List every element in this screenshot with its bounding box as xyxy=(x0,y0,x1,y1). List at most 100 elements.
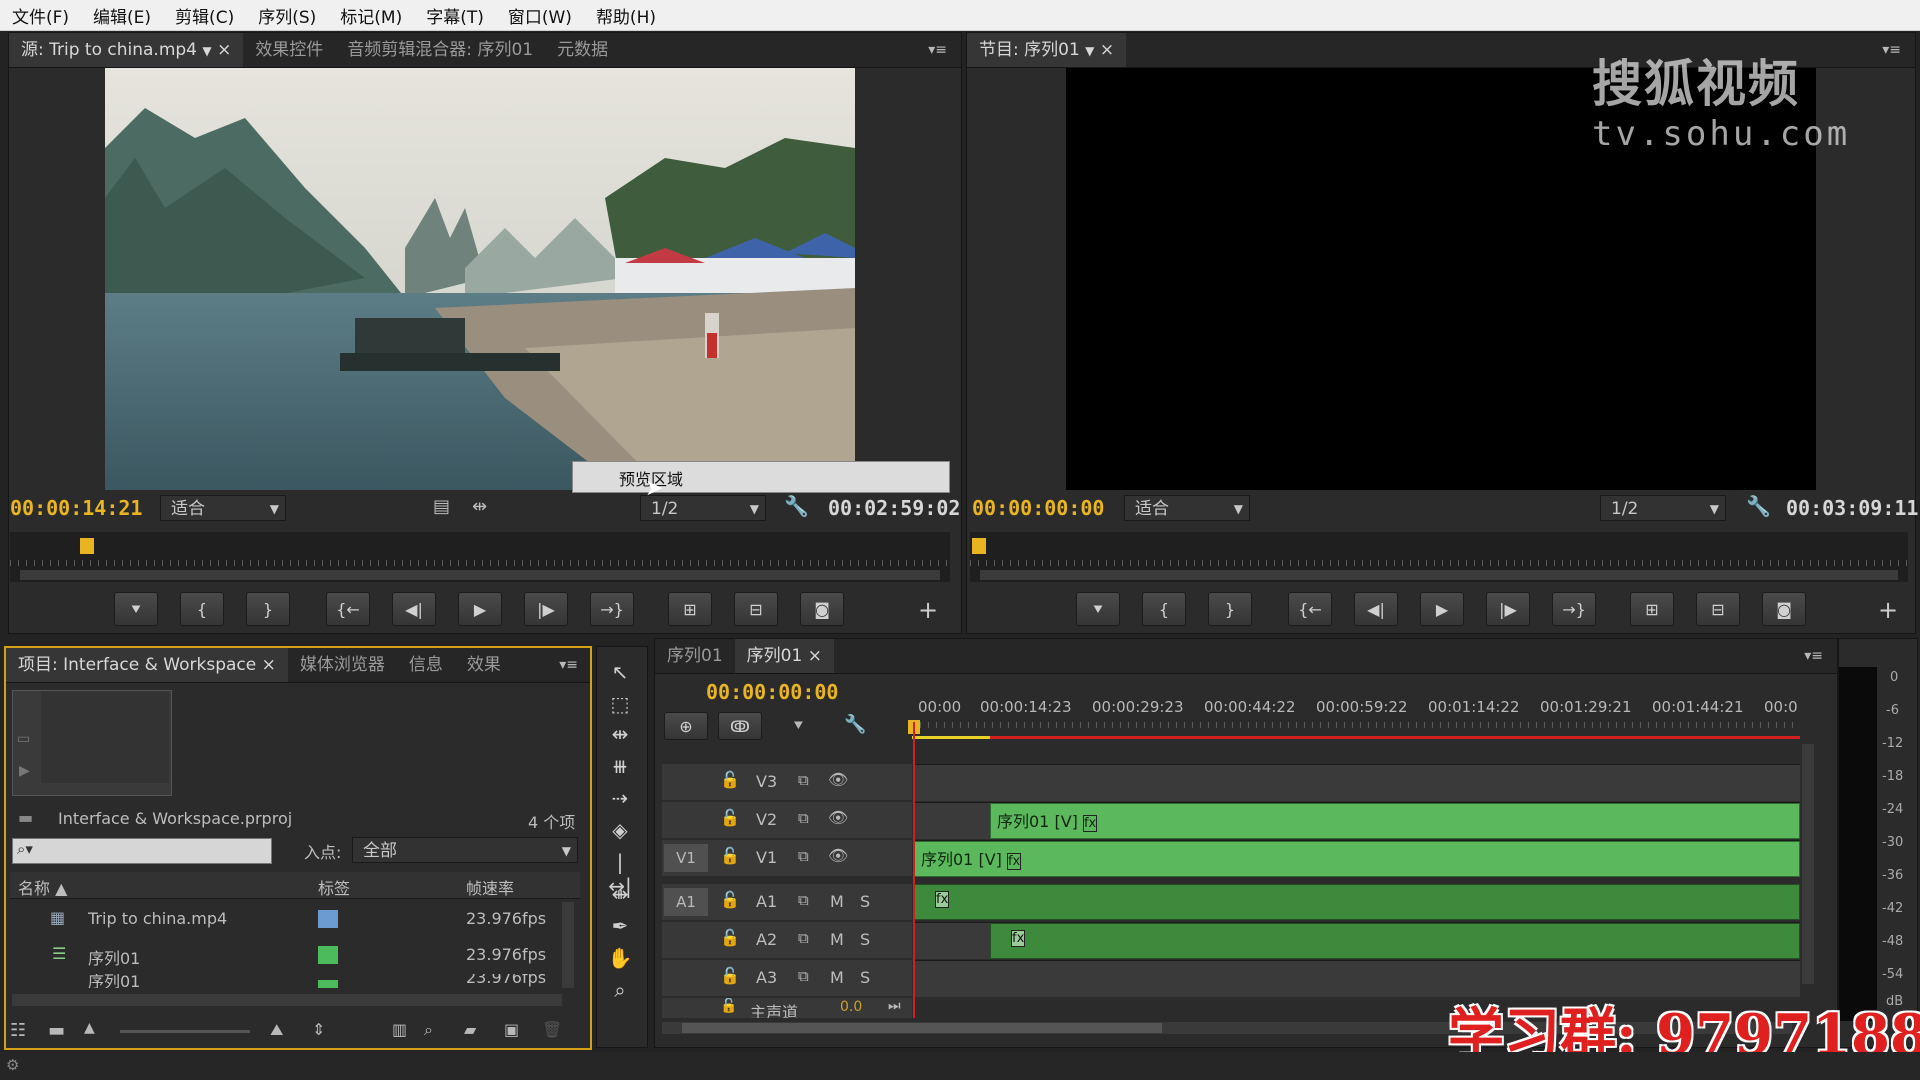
source-patch-v1[interactable]: V1 xyxy=(664,844,708,872)
mark-in-button[interactable]: { xyxy=(1142,592,1186,626)
timeline-vertical-scrollbar[interactable] xyxy=(1802,744,1814,984)
source-current-timecode[interactable]: 00:00:14:21 xyxy=(10,496,142,520)
source-resolution-select[interactable]: 1/2 ▼ xyxy=(640,495,766,521)
wrench-icon[interactable]: 🔧 xyxy=(784,494,809,518)
zoom-scrollbar[interactable] xyxy=(980,570,1898,580)
inpoint-select[interactable]: 全部 ▼ xyxy=(352,837,578,863)
icon-view-icon[interactable]: ▬ xyxy=(48,1020,65,1041)
horizontal-scrollbar[interactable] xyxy=(12,994,562,1006)
menu-sequence[interactable]: 序列(S) xyxy=(258,3,316,28)
play-icon[interactable]: ▶ xyxy=(19,763,30,779)
program-resolution-select[interactable]: 1/2 ▼ xyxy=(1600,495,1726,521)
source-fit-select[interactable]: 适合 ▼ xyxy=(160,495,286,521)
slip-tool-icon[interactable]: |↔| xyxy=(605,850,635,898)
timeline-settings-wrench-icon[interactable]: 🔧 xyxy=(844,714,866,735)
track-lane-a2[interactable]: fx xyxy=(914,922,1800,959)
panel-menu-icon[interactable]: ▾≡ xyxy=(559,657,578,673)
new-bin-folder-icon[interactable]: ▰ xyxy=(464,1020,476,1039)
lock-icon[interactable]: 🔓 xyxy=(720,966,740,985)
zoom-tool-icon[interactable]: ⌕ xyxy=(605,978,635,1004)
column-framerate[interactable]: 帧速率 xyxy=(466,875,514,899)
rolling-edit-tool-icon[interactable]: ⧻ xyxy=(605,754,635,780)
lock-icon[interactable]: 🔓 xyxy=(720,928,740,947)
eye-icon[interactable]: 👁 xyxy=(828,808,848,827)
program-current-timecode[interactable]: 00:00:00:00 xyxy=(972,496,1104,520)
track-lane-v2[interactable]: 序列01 [V] fx xyxy=(914,802,1800,839)
program-scrub-ruler[interactable] xyxy=(970,532,1908,582)
lock-icon[interactable]: 🔓 xyxy=(720,846,740,865)
mark-out-button[interactable]: } xyxy=(246,592,290,626)
tab-sequence-1[interactable]: 序列01 xyxy=(655,639,735,673)
panel-menu-icon[interactable]: ▾≡ xyxy=(1804,648,1823,664)
mark-in-button[interactable]: { xyxy=(180,592,224,626)
list-item[interactable]: 序列01 23.976fps xyxy=(10,974,558,988)
go-to-in-button[interactable]: {← xyxy=(1288,592,1332,626)
playhead-marker[interactable] xyxy=(80,538,94,554)
film-icon[interactable]: ▤ xyxy=(433,496,450,517)
track-lane-v1[interactable]: 序列01 [V] fx xyxy=(914,840,1800,877)
column-label[interactable]: 标签 xyxy=(318,875,350,899)
tab-effect-controls[interactable]: 效果控件 xyxy=(243,33,335,67)
tab-media-browser[interactable]: 媒体浏览器 xyxy=(288,648,397,682)
automate-to-sequence-icon[interactable]: ⛰ xyxy=(270,1020,283,1040)
vertical-scrollbar[interactable] xyxy=(562,902,574,988)
add-marker-button[interactable]: ⯆ xyxy=(1076,592,1120,626)
solo-button[interactable]: S xyxy=(860,930,870,949)
tab-info[interactable]: 信息 xyxy=(397,648,455,682)
go-to-end-icon[interactable]: ⏭ xyxy=(888,998,901,1014)
add-button-plus-icon[interactable]: + xyxy=(918,596,938,624)
pen-tool-icon[interactable]: ✒ xyxy=(605,914,635,940)
step-back-button[interactable]: ◀| xyxy=(1354,592,1398,626)
mute-button[interactable]: M xyxy=(830,968,844,987)
source-scrub-ruler[interactable] xyxy=(10,532,950,582)
lock-icon[interactable]: 🔓 xyxy=(720,808,740,827)
tab-source[interactable]: 源: Trip to china.mp4 ▼ × xyxy=(9,33,244,67)
hand-tool-icon[interactable]: ✋ xyxy=(605,946,635,972)
zoom-slider[interactable] xyxy=(120,1030,250,1033)
close-icon[interactable]: × xyxy=(808,646,822,666)
wrench-icon[interactable]: 🔧 xyxy=(1746,494,1771,518)
menu-clip[interactable]: 剪辑(C) xyxy=(175,3,234,28)
list-item[interactable]: ▦ Trip to china.mp4 23.976fps xyxy=(10,902,558,936)
search-input[interactable]: ⌕▾ xyxy=(12,838,272,864)
track-select-tool-icon[interactable]: ⬚ xyxy=(605,692,635,718)
step-forward-button[interactable]: |▶ xyxy=(524,592,568,626)
selection-tool-icon[interactable]: ↖ xyxy=(605,660,635,686)
extract-button[interactable]: ⊟ xyxy=(1696,592,1740,626)
label-color-swatch[interactable] xyxy=(318,946,338,964)
linked-selection-icon[interactable]: ↂ xyxy=(718,712,762,740)
eye-icon[interactable]: 👁 xyxy=(828,846,848,865)
source-patch-a1[interactable]: A1 xyxy=(664,888,708,916)
sort-icon[interactable]: ⇕ xyxy=(312,1020,325,1039)
step-forward-button[interactable]: |▶ xyxy=(1486,592,1530,626)
go-to-out-button[interactable]: →} xyxy=(590,592,634,626)
scrollbar-thumb[interactable] xyxy=(682,1023,1162,1033)
drag-audio-video-icon[interactable]: ⇹ xyxy=(472,496,487,517)
tab-effects[interactable]: 效果 xyxy=(455,648,513,682)
close-icon[interactable]: × xyxy=(217,40,231,60)
snap-icon[interactable]: ⊕ xyxy=(664,712,708,740)
list-item[interactable]: ☰ 序列01 23.976fps xyxy=(10,938,558,972)
sync-lock-icon[interactable]: ⧉ xyxy=(798,771,809,789)
add-button-plus-icon[interactable]: + xyxy=(1878,596,1898,624)
menu-window[interactable]: 窗口(W) xyxy=(508,3,572,28)
menu-help[interactable]: 帮助(H) xyxy=(596,3,656,28)
sync-lock-icon[interactable]: ⧉ xyxy=(798,891,809,909)
timeline-timecode[interactable]: 00:00:00:00 xyxy=(706,680,838,704)
audio-clip[interactable]: fx xyxy=(990,923,1800,959)
zoom-out-icon[interactable]: ▲ xyxy=(84,1020,95,1036)
lock-icon[interactable]: 🔓 xyxy=(720,890,740,909)
mark-out-button[interactable]: } xyxy=(1208,592,1252,626)
overwrite-button[interactable]: ⊟ xyxy=(734,592,778,626)
menu-edit[interactable]: 编辑(E) xyxy=(93,3,151,28)
zoom-scrollbar[interactable] xyxy=(20,570,940,580)
solo-button[interactable]: S xyxy=(860,892,870,911)
sync-lock-icon[interactable]: ⧉ xyxy=(798,847,809,865)
menu-file[interactable]: 文件(F) xyxy=(12,3,69,28)
trash-icon[interactable]: 🗑 xyxy=(542,1020,562,1039)
work-area-bar[interactable] xyxy=(912,736,1800,739)
timeline-ruler[interactable]: 00:00 00:00:14:23 00:00:29:23 00:00:44:2… xyxy=(908,690,1800,740)
menu-marker[interactable]: 标记(M) xyxy=(340,3,402,28)
program-fit-select[interactable]: 适合 ▼ xyxy=(1124,495,1250,521)
sync-lock-icon[interactable]: ⧉ xyxy=(798,967,809,985)
